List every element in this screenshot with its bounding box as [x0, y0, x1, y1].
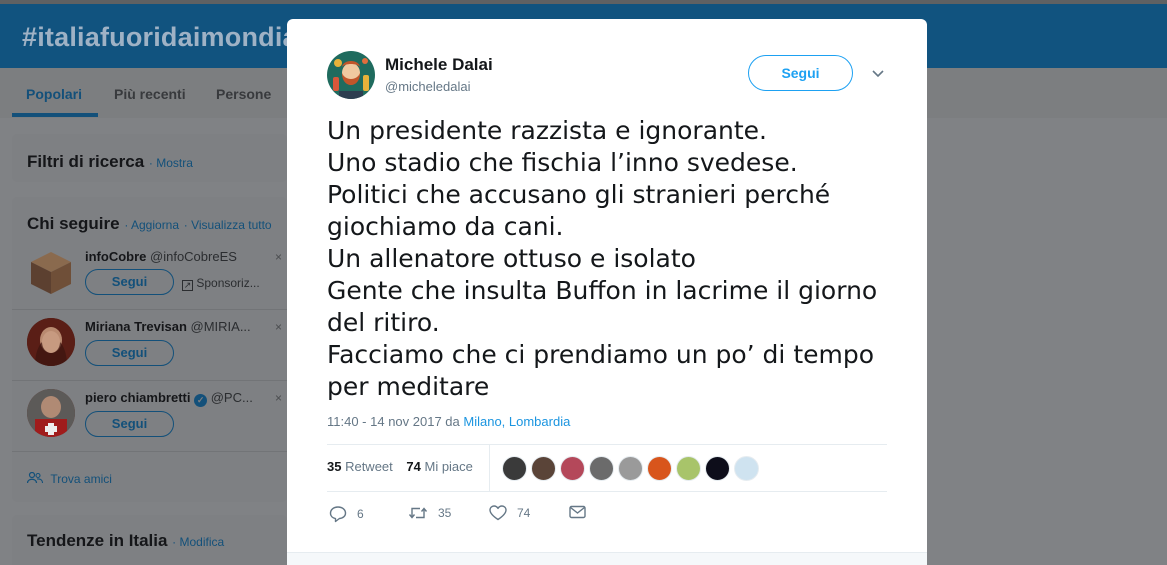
dismiss-suggestion-icon[interactable]: × [275, 391, 282, 405]
modal-footer [287, 552, 927, 565]
author-avatar[interactable] [327, 51, 375, 99]
reply-icon [329, 506, 347, 523]
heart-icon [489, 505, 507, 521]
find-friends-link[interactable]: Trova amici [26, 471, 112, 486]
illustrated-avatar-icon [327, 51, 375, 99]
tweet-modal: Michele Dalai @micheledalai Segui Un pre… [287, 19, 927, 565]
like-action[interactable]: 74 [489, 505, 530, 521]
active-tab-indicator [12, 113, 98, 117]
tweet-line: Un presidente razzista e ignorante. [327, 116, 768, 145]
divider [327, 444, 887, 445]
follow-button[interactable]: Segui [85, 269, 174, 295]
refresh-link[interactable]: · Aggiorna [124, 218, 179, 232]
retweet-stat[interactable]: 35 Retweet [327, 459, 393, 474]
tweet-line: Politici che accusano gli stranieri perc… [327, 180, 831, 209]
suggestion-name[interactable]: Miriana Trevisan [85, 319, 187, 334]
tweet-line: Un allenatore ottuso e isolato [327, 244, 696, 273]
search-filters-title: Filtri di ricerca [27, 152, 145, 171]
tweet-line: Uno stadio che fischia l’inno svedese. [327, 148, 798, 177]
tweet-line: giochiamo da cani. [327, 212, 564, 241]
banner-hashtag-title: #italiafuoridaimondia [22, 22, 298, 52]
person-photo-icon [27, 318, 75, 366]
envelope-icon [569, 505, 586, 519]
promoted-label: ↗ Sponsoriz... [182, 276, 260, 291]
suggestion-handle: @PC... [210, 390, 253, 405]
divider [12, 309, 287, 310]
suggestion-name[interactable]: infoCobre [85, 249, 146, 264]
promoted-icon: ↗ [182, 280, 193, 291]
divider [327, 491, 887, 492]
liker-avatar[interactable] [705, 456, 730, 481]
retweet-count: 35 [438, 506, 452, 520]
chevron-down-icon[interactable] [870, 66, 886, 82]
view-all-link[interactable]: · Visualizza tutto [184, 218, 272, 232]
tweet-metadata: 11:40 - 14 nov 2017 da Milano, Lombardia [327, 414, 570, 429]
dismiss-suggestion-icon[interactable]: × [275, 250, 282, 264]
tweet-text: Un presidente razzista e ignorante. Uno … [327, 115, 897, 403]
cube-logo-icon [31, 252, 71, 294]
avatar[interactable] [27, 248, 75, 296]
liker-avatar[interactable] [676, 456, 701, 481]
liker-avatar[interactable] [589, 456, 614, 481]
tweet-line: per meditare [327, 372, 490, 401]
liker-avatar[interactable] [618, 456, 643, 481]
follow-button[interactable]: Segui [748, 55, 853, 91]
trends-title: Tendenze in Italia [27, 531, 168, 550]
tweet-line: Facciamo che ci prendiamo un po’ di temp… [327, 340, 875, 369]
who-to-follow-title: Chi seguire [27, 214, 120, 233]
show-filters-link[interactable]: · Mostra [149, 156, 193, 170]
tweet-timestamp[interactable]: 11:40 - 14 nov 2017 da [327, 414, 463, 429]
people-icon [26, 471, 44, 484]
reply-action[interactable]: 6 [329, 505, 364, 523]
suggestion-handle: @MIRIA... [190, 319, 251, 334]
suggestion-handle: @infoCobreES [150, 249, 237, 264]
avatar[interactable] [27, 389, 75, 437]
author-name[interactable]: Michele Dalai [385, 55, 493, 75]
tab-popular[interactable]: Popolari [26, 86, 82, 102]
tab-people[interactable]: Persone [216, 86, 271, 102]
direct-message-action[interactable] [569, 505, 586, 519]
liker-avatar[interactable] [647, 456, 672, 481]
liker-avatar[interactable] [502, 456, 527, 481]
follow-button[interactable]: Segui [85, 340, 174, 366]
retweet-icon [408, 507, 428, 519]
suggestion-name[interactable]: piero chiambretti [85, 390, 190, 405]
like-stat[interactable]: 74 Mi piace [406, 459, 473, 474]
divider [12, 380, 287, 381]
retweet-action[interactable]: 35 [408, 505, 451, 521]
verified-badge-icon: ✓ [194, 394, 208, 407]
tweet-location-link[interactable]: Milano, Lombardia [463, 414, 570, 429]
divider [12, 451, 287, 452]
tweet-stats: 35 Retweet 74 Mi piace [327, 459, 473, 474]
dismiss-suggestion-icon[interactable]: × [275, 320, 282, 334]
stats-separator [489, 445, 490, 491]
edit-trends-link[interactable]: · Modifica [172, 535, 224, 549]
search-filters-card: Filtri di ricerca · Mostra [12, 134, 287, 182]
liker-avatar[interactable] [734, 456, 759, 481]
reply-count: 6 [357, 507, 364, 521]
tweet-line: Gente che insulta Buffon in lacrime il g… [327, 276, 878, 305]
like-count: 74 [517, 506, 531, 520]
tab-recent[interactable]: Più recenti [114, 86, 186, 102]
liker-avatar[interactable] [560, 456, 585, 481]
author-handle[interactable]: @micheledalai [385, 79, 470, 94]
liker-avatar[interactable] [531, 456, 556, 481]
tweet-line: del ritiro. [327, 308, 440, 337]
avatar[interactable] [27, 318, 75, 366]
follow-button[interactable]: Segui [85, 411, 174, 437]
person-photo-icon [27, 389, 75, 437]
